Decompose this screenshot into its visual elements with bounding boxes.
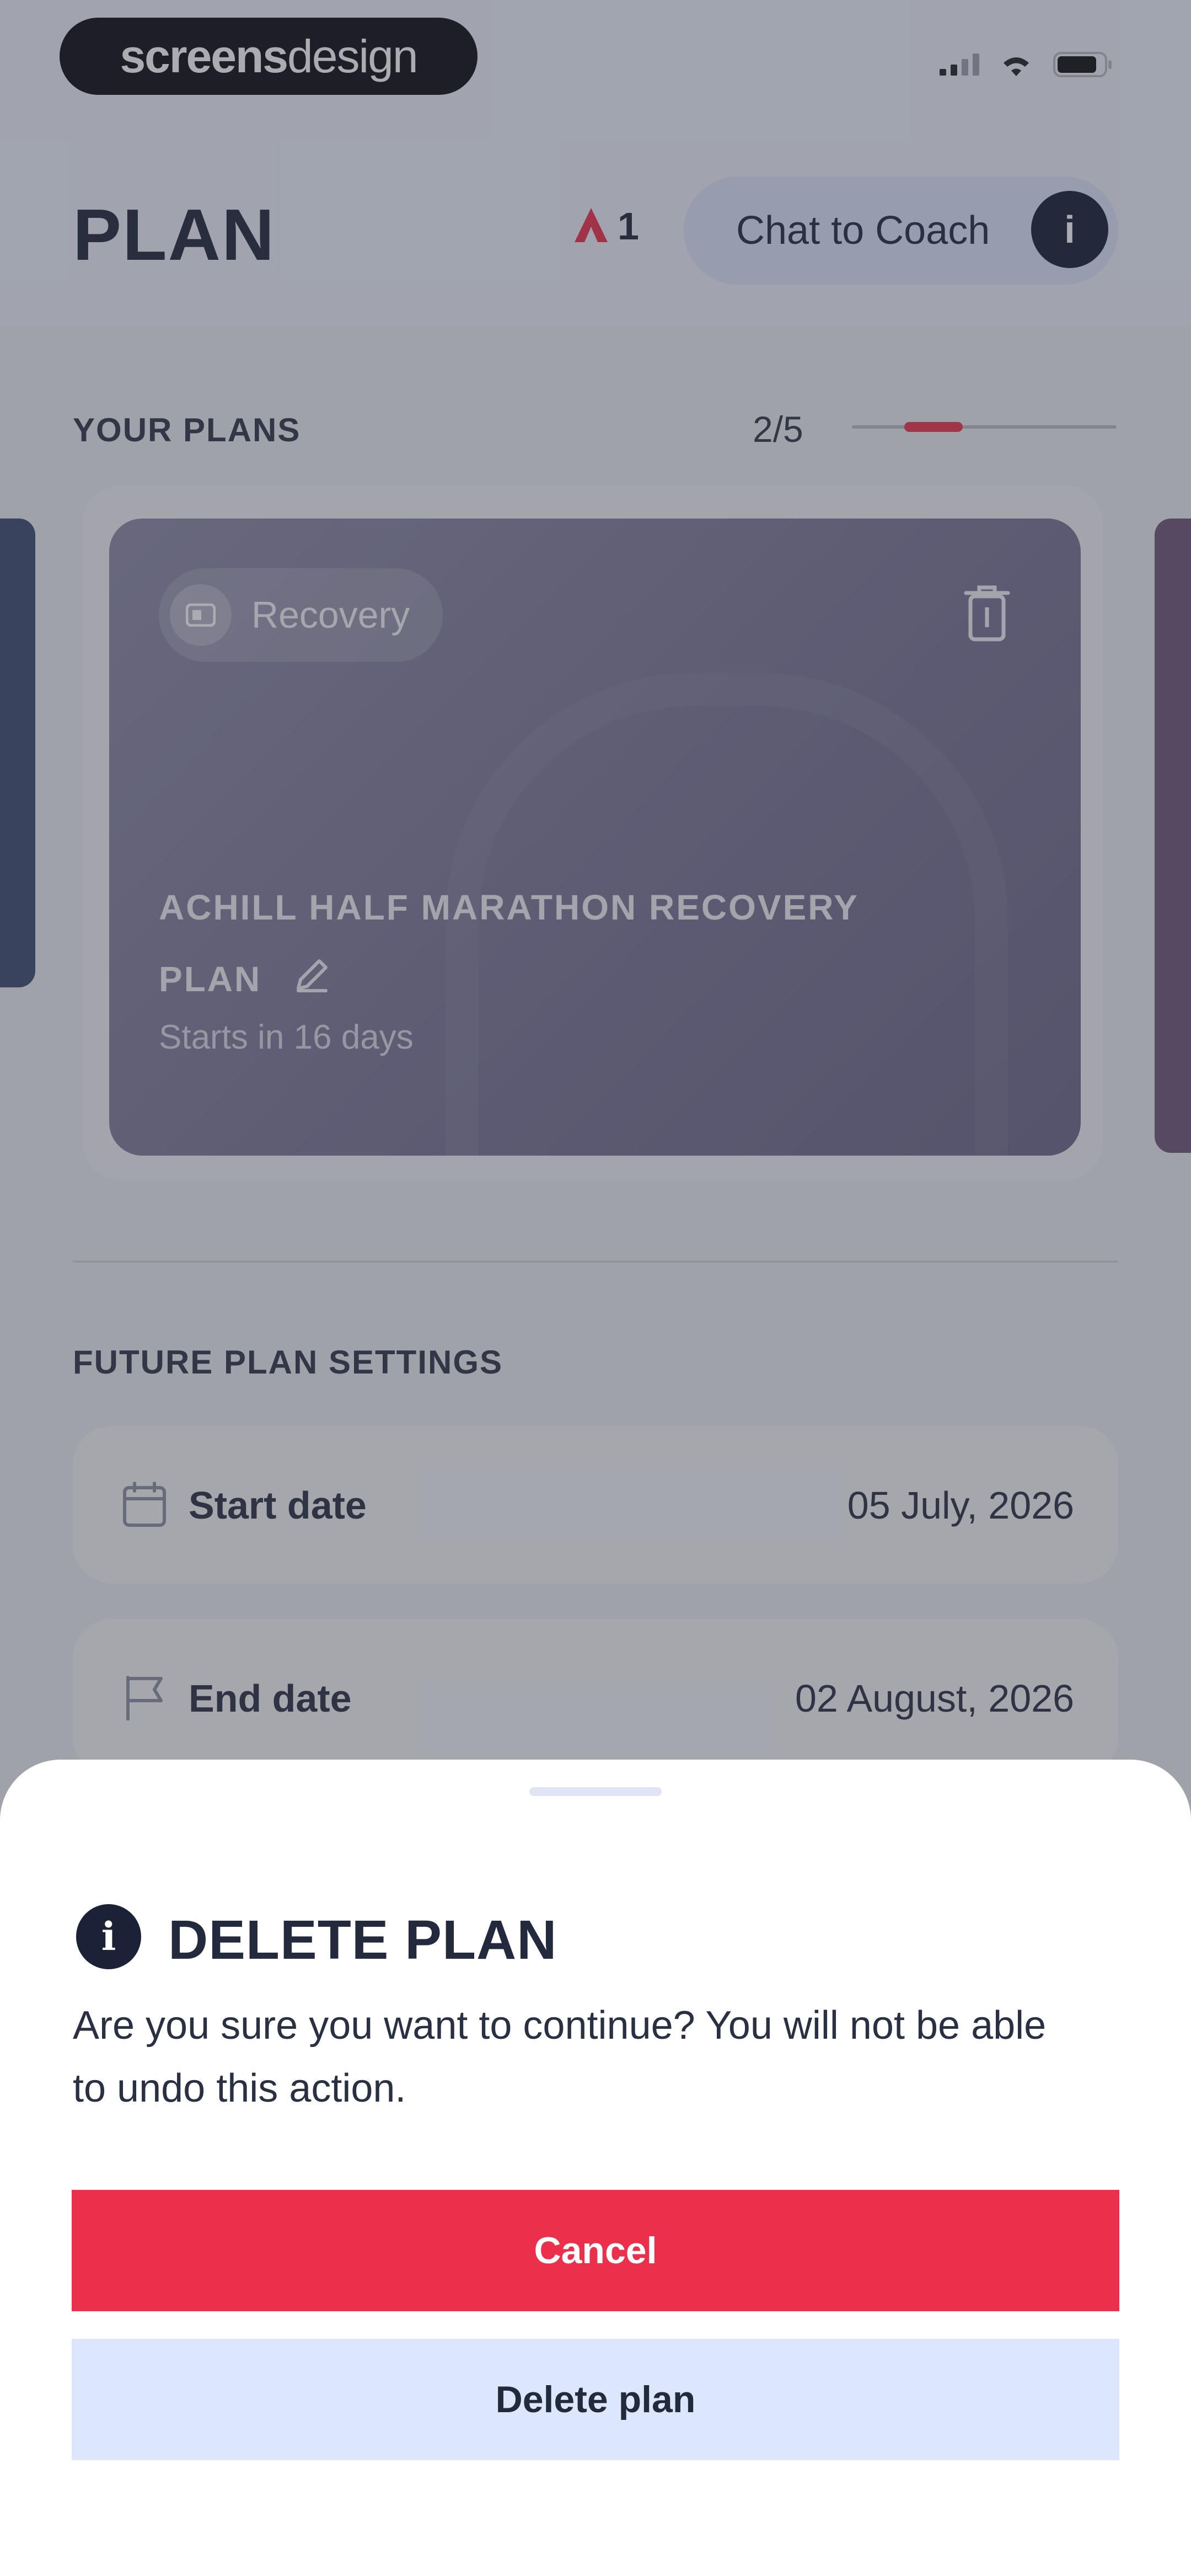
sheet-title: DELETE PLAN — [168, 1909, 557, 1971]
info-icon: i — [76, 1904, 141, 1969]
delete-plan-button[interactable]: Delete plan — [72, 2339, 1119, 2460]
sheet-message: Are you sure you want to continue? You w… — [73, 2003, 1047, 2110]
plan-screen: screensdesign PLAN 1 Chat to Coach i YOU… — [0, 0, 1191, 2576]
sheet-drag-handle[interactable] — [529, 1787, 662, 1796]
delete-plan-sheet: i DELETE PLAN Are you sure you want to c… — [0, 1760, 1191, 2576]
cancel-button[interactable]: Cancel — [72, 2190, 1119, 2311]
